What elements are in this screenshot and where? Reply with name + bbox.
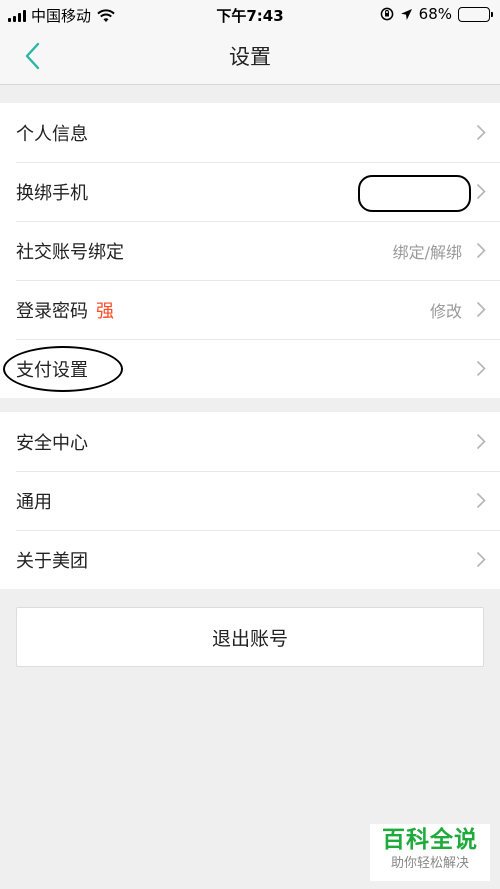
row-label: 通用 <box>16 491 52 513</box>
status-right: 68% <box>380 5 493 23</box>
chevron-right-icon <box>476 433 486 450</box>
chevron-right-icon <box>476 301 486 318</box>
chevron-right-icon <box>476 124 486 141</box>
chevron-right-icon <box>476 183 486 200</box>
row-label: 社交账号绑定 <box>16 241 124 263</box>
row-label: 换绑手机 <box>16 182 88 204</box>
chevron-right-icon <box>476 492 486 509</box>
row-value: 修改 <box>429 301 462 321</box>
row-security-center[interactable]: 安全中心 <box>0 412 500 471</box>
chevron-right-icon <box>476 242 486 259</box>
row-personal-info[interactable]: 个人信息 <box>0 103 500 162</box>
row-social-accounts[interactable]: 社交账号绑定 绑定/解绑 <box>0 221 500 280</box>
chevron-right-icon <box>476 360 486 377</box>
row-change-phone[interactable]: 换绑手机 <box>0 162 500 221</box>
watermark: 百科全说 助你轻松解决 <box>370 824 490 881</box>
redacted-phone-mark <box>358 175 471 212</box>
chevron-right-icon <box>476 551 486 568</box>
row-label: 个人信息 <box>16 123 88 145</box>
general-settings-group: 安全中心 通用 关于美团 <box>0 412 500 589</box>
row-about[interactable]: 关于美团 <box>0 530 500 589</box>
battery-icon <box>458 6 493 22</box>
row-label: 登录密码 <box>16 300 88 322</box>
location-icon <box>400 8 412 20</box>
nav-bar: 设置 <box>0 28 500 85</box>
row-login-password[interactable]: 登录密码 强 修改 <box>0 280 500 339</box>
account-settings-group: 个人信息 换绑手机 社交账号绑定 绑定/解绑 登录密码 强 修改 支付设置 <box>0 103 500 398</box>
row-payment-settings[interactable]: 支付设置 <box>0 339 500 398</box>
row-label: 支付设置 <box>16 359 88 381</box>
orientation-lock-icon <box>380 7 394 21</box>
status-bar: 中国移动 下午7:43 68% <box>0 0 500 28</box>
row-value: 绑定/解绑 <box>392 242 462 262</box>
logout-button[interactable]: 退出账号 <box>16 607 484 667</box>
watermark-subtitle: 助你轻松解决 <box>390 856 469 871</box>
watermark-title: 百科全说 <box>382 827 478 853</box>
row-label: 关于美团 <box>16 550 88 572</box>
row-general[interactable]: 通用 <box>0 471 500 530</box>
password-strength-badge: 强 <box>96 300 114 322</box>
battery-percent: 68% <box>418 5 452 23</box>
page-title: 设置 <box>229 45 271 69</box>
row-label: 安全中心 <box>16 432 88 454</box>
